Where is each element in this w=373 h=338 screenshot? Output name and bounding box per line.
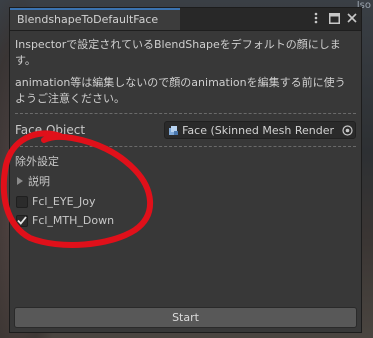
exclude-settings-title: 除外設定 [15,155,59,168]
editor-window: BlendshapeToDefaultFace Inspectorで設定されてい… [9,7,362,333]
start-button[interactable]: Start [14,307,357,328]
skinned-mesh-icon [169,125,179,135]
description-text: Inspectorで設定されているBlendShapeをデフォルトの顔にします。 [15,38,341,67]
window-controls [310,11,358,25]
tab-bar: BlendshapeToDefaultFace [10,8,361,31]
foldout-arrow-icon [17,177,23,185]
foldout-label: 説明 [28,175,50,188]
face-object-row: Face Object Face (Skinned Mesh Render [15,120,356,140]
exclude-item-label: Fcl_EYE_Joy [32,195,96,208]
separator [15,146,356,147]
kebab-menu-icon[interactable] [310,11,322,25]
close-icon[interactable] [346,11,358,25]
object-picker-icon[interactable] [339,122,355,138]
checkmark-icon [17,216,27,225]
explanation-foldout[interactable]: 説明 [15,173,356,189]
exclude-item-label: Fcl_MTH_Down [32,214,115,227]
window-content: Inspectorで設定されているBlendShapeをデフォルトの顔にします。… [10,31,361,229]
maximize-icon[interactable] [328,11,340,25]
face-object-label: Face Object [15,123,86,137]
face-object-value: Face (Skinned Mesh Render [182,123,334,137]
tab-blendshape-to-default-face[interactable]: BlendshapeToDefaultFace [10,8,180,30]
exclude-item-fcl-mth-down[interactable]: Fcl_MTH_Down [15,212,356,229]
separator [15,113,356,114]
exclude-item-fcl-eye-joy[interactable]: Fcl_EYE_Joy [15,193,356,210]
warning-text: animation等は編集しないので顔のanimationを編集する前に使うよう… [15,76,346,105]
start-button-label: Start [172,311,199,324]
checkbox-checked[interactable] [16,214,28,227]
face-object-field[interactable]: Face (Skinned Mesh Render [164,121,356,139]
checkbox-unchecked[interactable] [16,195,28,208]
